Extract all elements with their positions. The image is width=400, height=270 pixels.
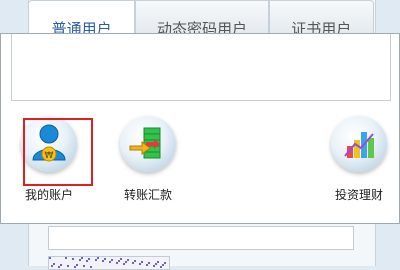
captcha-noise-dot [79, 259, 81, 261]
login-tabs: 普通用户 动态密码用户 证书用户 [28, 0, 374, 33]
app-launcher-popup: ₩ 我的账户 转账汇款 投资理财 [0, 33, 400, 224]
captcha-noise-dot [81, 257, 83, 259]
tab-label: 普通用户 [51, 20, 112, 33]
captcha-noise-dot [125, 261, 127, 263]
captcha-noise-dot [155, 263, 157, 265]
captcha-noise-dot [72, 258, 74, 260]
captcha-noise-dot [116, 262, 118, 264]
transfer-icon [120, 116, 176, 172]
captcha-noise-dot [67, 265, 69, 267]
captcha-noise-dot [83, 265, 85, 267]
captcha-noise-dot [51, 265, 53, 267]
password-field[interactable] [48, 226, 354, 250]
captcha-noise-dot [157, 261, 159, 263]
captcha-noise-dot [123, 263, 125, 265]
captcha-noise-dot [139, 263, 141, 265]
captcha-noise-dot [95, 259, 97, 261]
captcha-noise-dot [90, 266, 92, 268]
captcha-noise-dot [74, 266, 76, 268]
captcha-noise-dot [120, 258, 122, 260]
captcha-noise-dot [58, 266, 60, 268]
captcha-noise-dot [148, 262, 150, 264]
tab-label: 动态密码用户 [156, 20, 247, 33]
app-label: 投资理财 [334, 188, 383, 202]
tab-dynamic-password-user[interactable]: 动态密码用户 [135, 0, 269, 33]
captcha-noise-dot [97, 257, 99, 259]
captcha-image [48, 256, 170, 270]
captcha-noise-dot [109, 261, 111, 263]
captcha-noise-dot [104, 258, 106, 260]
app-transfer[interactable]: 转账汇款 [108, 116, 188, 203]
investment-chart-icon [331, 116, 387, 172]
captcha-noise-dot [111, 259, 113, 261]
captcha-noise-dot [53, 263, 55, 265]
captcha-noise-dot [102, 260, 104, 262]
captcha-noise-dot [132, 262, 134, 264]
captcha-noise-dot [153, 265, 155, 267]
captcha-noise-dot [86, 260, 88, 262]
captcha-noise-dot [134, 260, 136, 262]
tab-label: 证书用户 [291, 20, 352, 33]
captcha-noise-dot [141, 261, 143, 263]
captcha-noise-dot [164, 262, 166, 264]
captcha-noise-dot [49, 257, 51, 259]
popup-input-area[interactable] [11, 34, 391, 101]
captcha-noise-dot [88, 258, 90, 260]
app-label: 我的账户 [24, 188, 73, 202]
captcha-noise-dot [118, 260, 120, 262]
app-label: 转账汇款 [123, 188, 172, 202]
captcha-noise-dot [160, 266, 162, 268]
captcha-noise-dot [127, 259, 129, 261]
app-investment[interactable]: 投资理财 [319, 116, 399, 203]
selection-highlight [23, 118, 93, 186]
captcha-noise-dot [65, 257, 67, 259]
tab-certificate-user[interactable]: 证书用户 [268, 0, 374, 33]
tab-regular-user[interactable]: 普通用户 [28, 0, 136, 33]
